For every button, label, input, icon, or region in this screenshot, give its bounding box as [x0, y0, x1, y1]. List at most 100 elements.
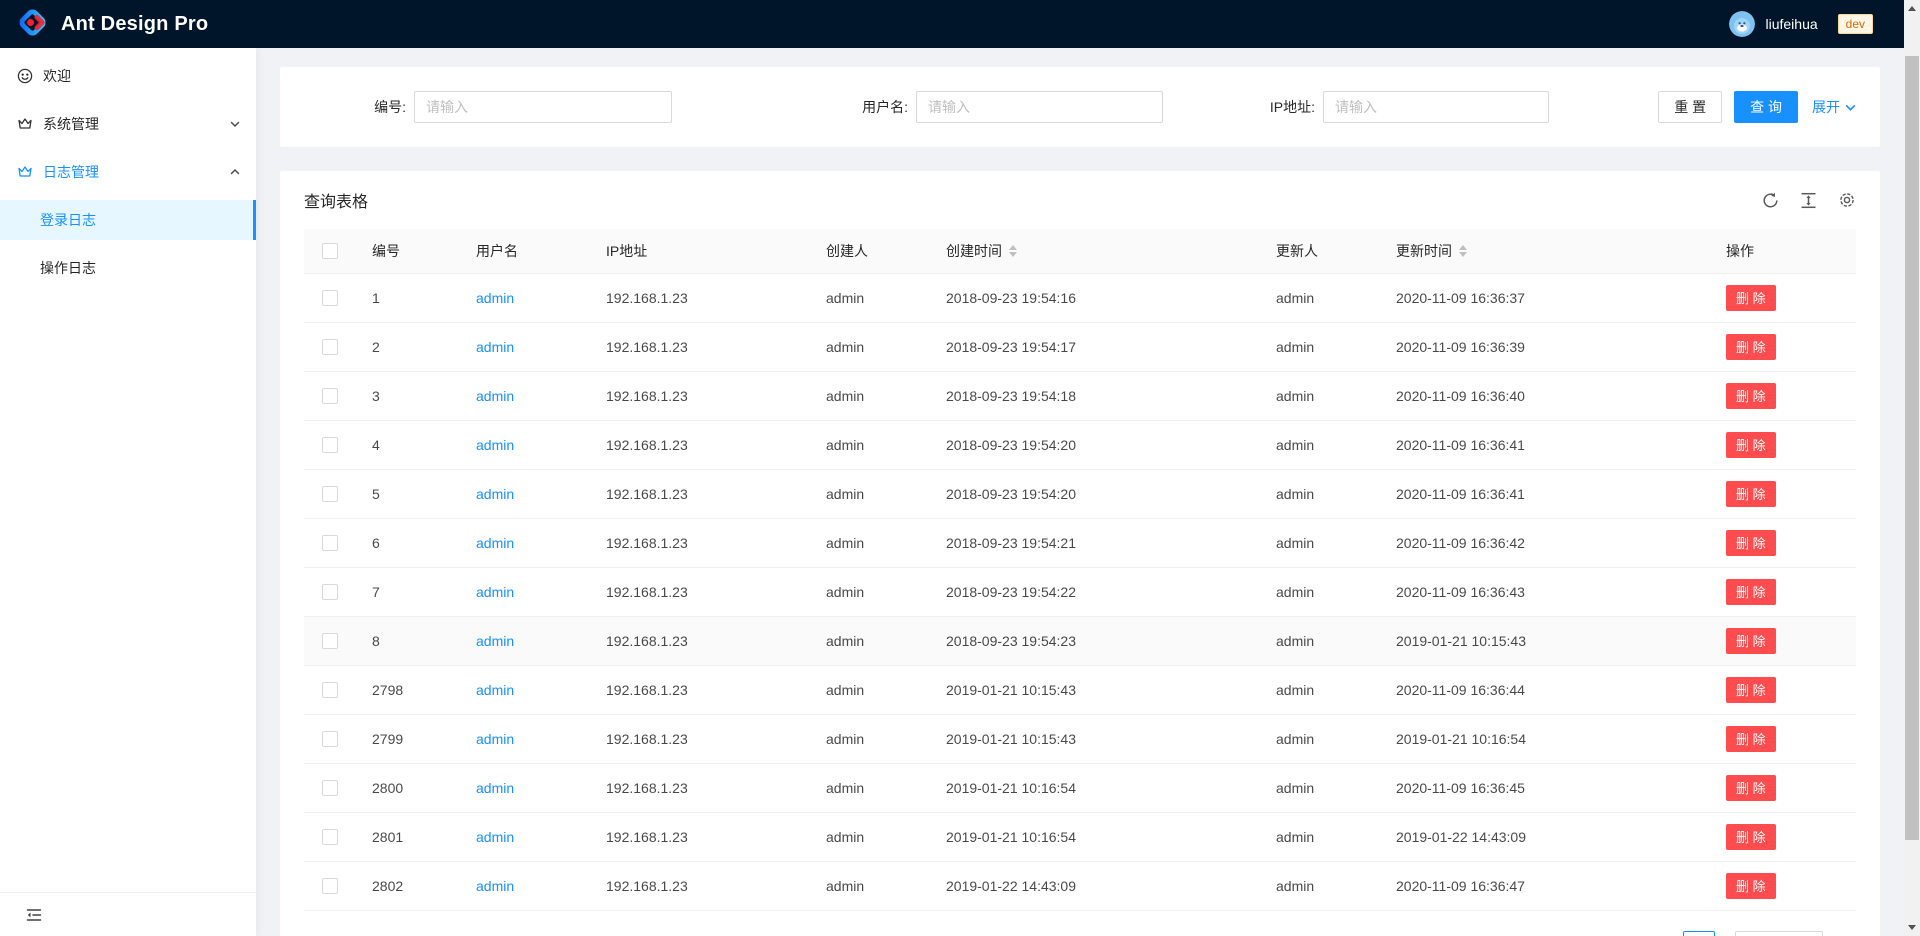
table-toolbar: 查询表格: [280, 171, 1880, 229]
cell-id: 2798: [356, 665, 460, 714]
delete-button[interactable]: 删 除: [1726, 628, 1776, 654]
select-all-checkbox[interactable]: [322, 243, 338, 259]
sidebar-item-welcome[interactable]: 欢迎: [0, 56, 256, 96]
cell-id: 7: [356, 567, 460, 616]
delete-button[interactable]: 删 除: [1726, 285, 1776, 311]
delete-button[interactable]: 删 除: [1726, 579, 1776, 605]
row-checkbox[interactable]: [322, 682, 338, 698]
row-checkbox[interactable]: [322, 388, 338, 404]
delete-button[interactable]: 删 除: [1726, 481, 1776, 507]
username-link[interactable]: admin: [476, 878, 514, 894]
delete-button[interactable]: 删 除: [1726, 432, 1776, 458]
density-icon[interactable]: [1800, 192, 1817, 209]
row-checkbox[interactable]: [322, 829, 338, 845]
username-link[interactable]: admin: [476, 584, 514, 600]
row-checkbox[interactable]: [322, 731, 338, 747]
delete-button[interactable]: 删 除: [1726, 530, 1776, 556]
table-title: 查询表格: [304, 188, 368, 212]
cell-created-time: 2019-01-21 10:16:54: [930, 812, 1260, 861]
delete-button[interactable]: 删 除: [1726, 677, 1776, 703]
username-link[interactable]: admin: [476, 486, 514, 502]
cell-updated-time: 2020-11-09 16:36:42: [1380, 518, 1710, 567]
cell-created-time: 2018-09-23 19:54:22: [930, 567, 1260, 616]
reload-icon[interactable]: [1762, 192, 1779, 209]
cell-id: 2: [356, 322, 460, 371]
sidebar-item-label: 登录日志: [40, 210, 96, 230]
cell-updater: admin: [1260, 763, 1380, 812]
scroll-up-icon[interactable]: [1908, 6, 1916, 11]
row-checkbox[interactable]: [322, 535, 338, 551]
cell-actions: 删 除: [1710, 861, 1856, 910]
sidebar-item-login-log[interactable]: 登录日志: [0, 200, 256, 240]
row-checkbox[interactable]: [322, 486, 338, 502]
username-input[interactable]: [916, 91, 1163, 123]
sidebar-item-operation-log[interactable]: 操作日志: [0, 248, 256, 288]
logo[interactable]: Ant Design Pro: [0, 6, 208, 42]
row-checkbox[interactable]: [322, 290, 338, 306]
row-checkbox[interactable]: [322, 437, 338, 453]
username-link[interactable]: admin: [476, 633, 514, 649]
row-checkbox-cell: [304, 469, 356, 518]
user-avatar[interactable]: [1729, 11, 1755, 37]
cell-creator: admin: [810, 469, 930, 518]
cell-username: admin: [460, 371, 590, 420]
delete-button[interactable]: 删 除: [1726, 383, 1776, 409]
reset-button[interactable]: 重 置: [1658, 91, 1722, 123]
cell-username: admin: [460, 812, 590, 861]
username-link[interactable]: admin: [476, 535, 514, 551]
row-checkbox-cell: [304, 371, 356, 420]
cell-id: 1: [356, 273, 460, 322]
username-link[interactable]: admin: [476, 339, 514, 355]
settings-icon[interactable]: [1838, 191, 1856, 209]
id-number-input[interactable]: [414, 91, 672, 123]
row-checkbox[interactable]: [322, 339, 338, 355]
pagination-page-button[interactable]: [1683, 931, 1715, 936]
delete-button[interactable]: 删 除: [1726, 824, 1776, 850]
delete-button[interactable]: 删 除: [1726, 873, 1776, 899]
sort-icon[interactable]: [1009, 245, 1017, 257]
cell-id: 8: [356, 616, 460, 665]
cell-updater: admin: [1260, 420, 1380, 469]
cell-username: admin: [460, 616, 590, 665]
user-name[interactable]: liufeihua: [1765, 16, 1817, 32]
row-checkbox[interactable]: [322, 584, 338, 600]
ip-address-input[interactable]: [1323, 91, 1549, 123]
cell-ip: 192.168.1.23: [590, 371, 810, 420]
scrollbar-thumb[interactable]: [1905, 56, 1919, 840]
cell-updater: admin: [1260, 273, 1380, 322]
username-link[interactable]: admin: [476, 290, 514, 306]
delete-button[interactable]: 删 除: [1726, 726, 1776, 752]
sort-icon[interactable]: [1459, 245, 1467, 257]
vertical-scrollbar[interactable]: [1904, 0, 1920, 936]
cell-id: 4: [356, 420, 460, 469]
delete-button[interactable]: 删 除: [1726, 334, 1776, 360]
sidebar-item-log-management[interactable]: 日志管理: [0, 152, 256, 192]
table-row: 6 admin 192.168.1.23 admin 2018-09-23 19…: [304, 518, 1856, 567]
cell-ip: 192.168.1.23: [590, 665, 810, 714]
cell-created-time: 2018-09-23 19:54:20: [930, 469, 1260, 518]
row-checkbox[interactable]: [322, 780, 338, 796]
username-link[interactable]: admin: [476, 388, 514, 404]
table-row: 8 admin 192.168.1.23 admin 2018-09-23 19…: [304, 616, 1856, 665]
row-checkbox[interactable]: [322, 633, 338, 649]
table-row: 1 admin 192.168.1.23 admin 2018-09-23 19…: [304, 273, 1856, 322]
username-link[interactable]: admin: [476, 780, 514, 796]
row-checkbox[interactable]: [322, 878, 338, 894]
username-link[interactable]: admin: [476, 437, 514, 453]
username-link[interactable]: admin: [476, 829, 514, 845]
query-button[interactable]: 查 询: [1734, 91, 1798, 123]
menu-fold-icon[interactable]: [26, 907, 42, 923]
page-size-select[interactable]: [1735, 931, 1823, 936]
column-header-username: 用户名: [460, 229, 590, 273]
expand-link[interactable]: 展开: [1812, 97, 1856, 117]
cell-username: admin: [460, 763, 590, 812]
table-row: 2799 admin 192.168.1.23 admin 2019-01-21…: [304, 714, 1856, 763]
field-label: IP地址:: [1229, 97, 1323, 117]
scroll-down-icon[interactable]: [1908, 925, 1916, 930]
cell-ip: 192.168.1.23: [590, 861, 810, 910]
sidebar-item-system-management[interactable]: 系统管理: [0, 104, 256, 144]
username-link[interactable]: admin: [476, 731, 514, 747]
delete-button[interactable]: 删 除: [1726, 775, 1776, 801]
username-link[interactable]: admin: [476, 682, 514, 698]
crown-icon: [17, 116, 33, 132]
